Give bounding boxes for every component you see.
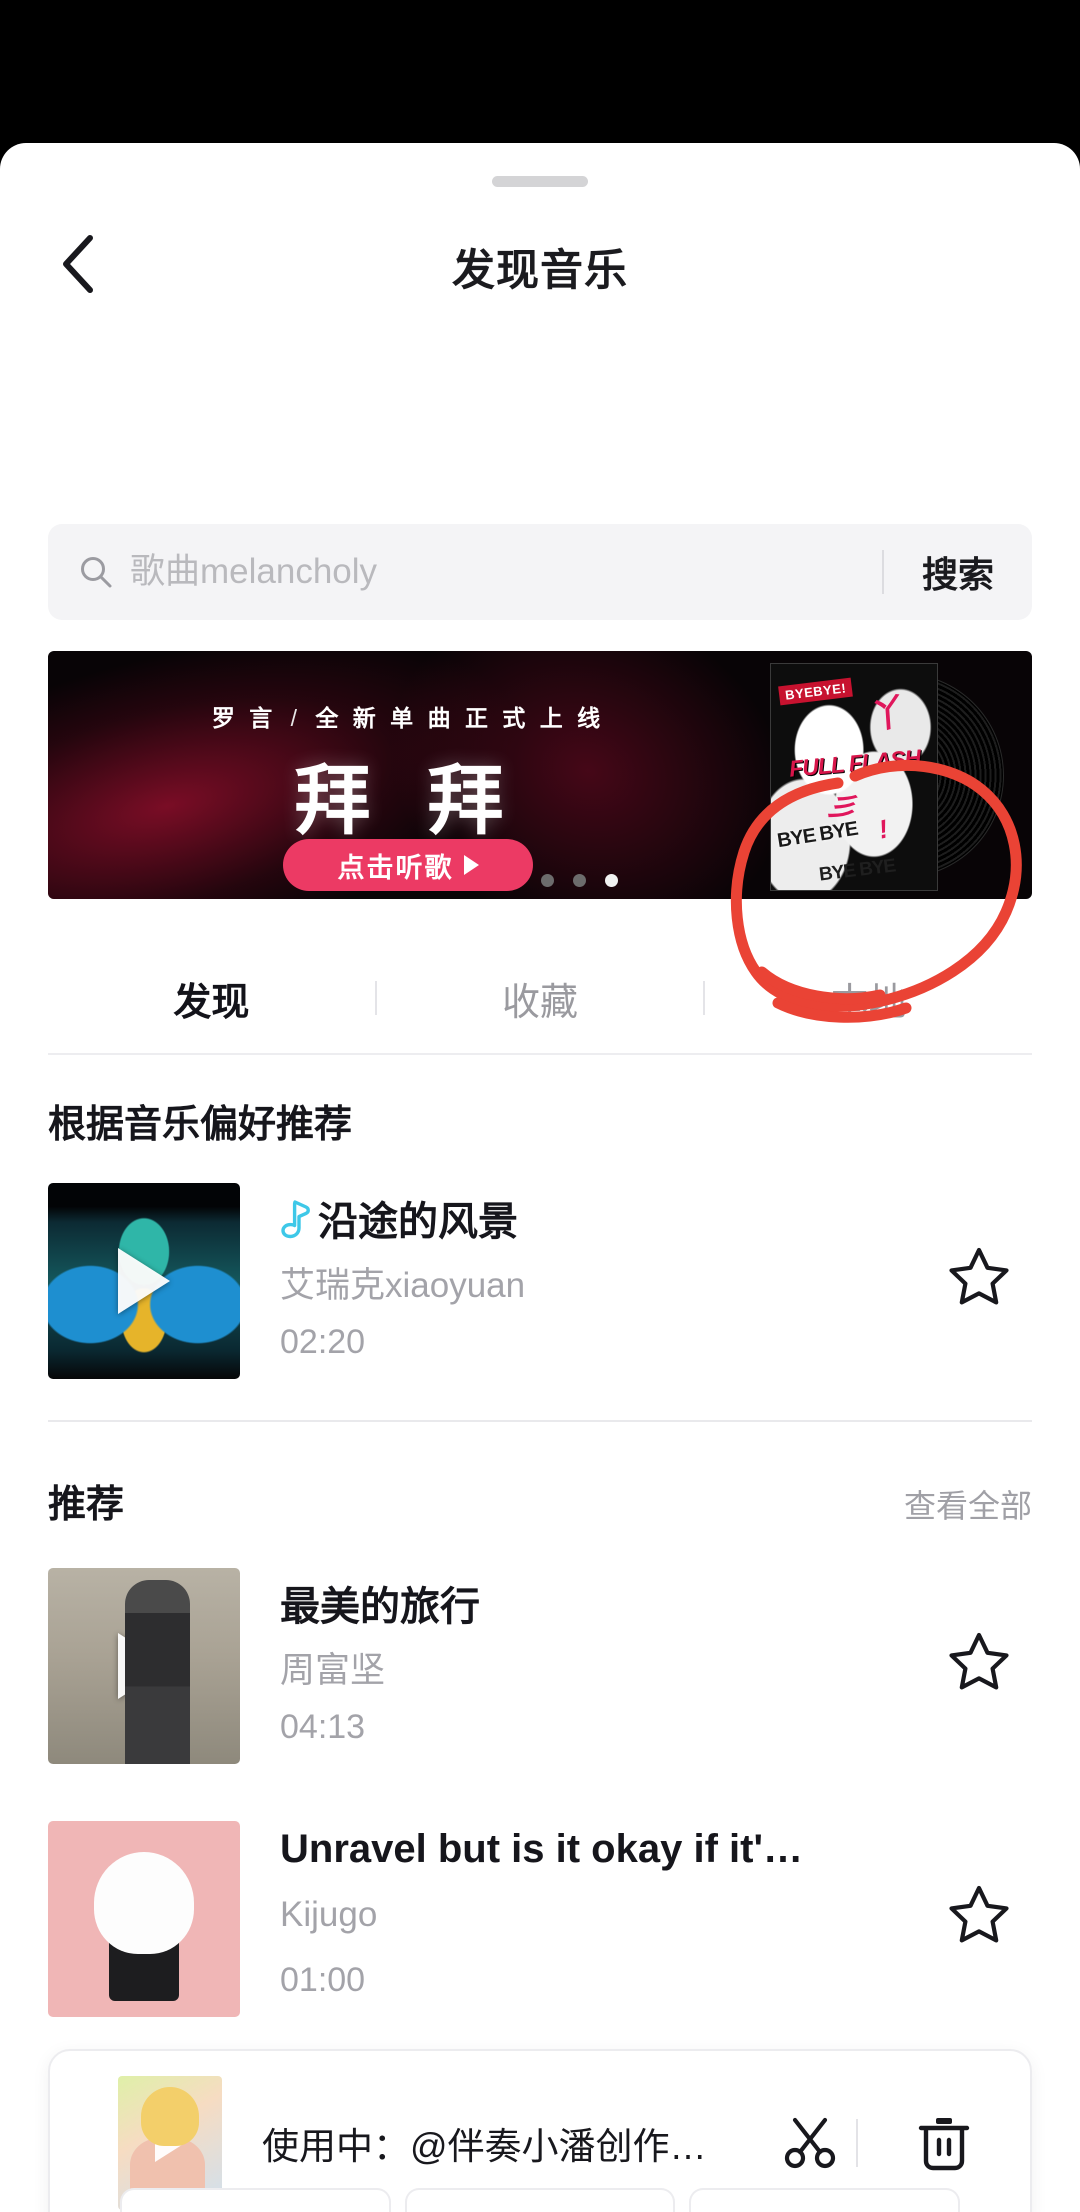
play-triangle-icon xyxy=(118,1633,170,1699)
page-title: 发现音乐 xyxy=(452,247,628,295)
tab-discover[interactable]: 发现 xyxy=(48,971,375,1026)
banner-dot-1[interactable] xyxy=(541,874,554,887)
banner-subtitle: 全 新 单 曲 正 式 上 线 xyxy=(315,705,605,731)
search-button[interactable]: 搜索 xyxy=(884,546,1032,598)
track-thumbnail[interactable] xyxy=(48,1183,240,1379)
track-title: 最美的旅行 xyxy=(280,1585,480,1629)
bottom-sheet: 发现音乐 搜索 罗 言 / 全 新 单 曲 正 式 上 线 拜 拜 xyxy=(0,143,1080,2212)
tab-bar-underline xyxy=(48,1053,1032,1055)
search-input[interactable] xyxy=(130,552,882,592)
table-row[interactable]: Unravel but is it okay if it'… Kijugo 01… xyxy=(48,1821,1032,2017)
bottom-peek-boxes xyxy=(120,2188,961,2212)
tab-favorites[interactable]: 收藏 xyxy=(377,971,704,1026)
scissors-icon[interactable] xyxy=(764,2097,856,2189)
tab-local[interactable]: 本地 xyxy=(705,971,1032,1026)
search-icon xyxy=(78,554,114,590)
trash-icon[interactable] xyxy=(898,2097,990,2189)
track-thumbnail[interactable] xyxy=(48,1821,240,2017)
table-row[interactable]: 最美的旅行 周富坚 04:13 xyxy=(48,1568,1032,1764)
now-using-actions xyxy=(764,2097,1030,2189)
now-using-label: 使用中：@伴奏小潘创作… xyxy=(262,2126,707,2167)
play-triangle-icon xyxy=(155,2124,185,2162)
banner-dot-2[interactable] xyxy=(573,874,586,887)
track-duration: 02:20 xyxy=(280,1323,366,1361)
star-outline-icon[interactable] xyxy=(946,1628,1012,1699)
sheet-drag-handle[interactable] xyxy=(492,176,588,187)
section-title-recommend: 推荐 xyxy=(48,1484,125,1526)
banner-cta-button[interactable]: 点击听歌 xyxy=(283,839,533,891)
section-title-preference: 根据音乐偏好推荐 xyxy=(48,1104,353,1146)
track-thumbnail[interactable] xyxy=(48,1568,240,1764)
promo-banner[interactable]: 罗 言 / 全 新 单 曲 正 式 上 线 拜 拜 点击听歌 BYEBYE! 丫… xyxy=(48,651,1032,899)
play-triangle-icon xyxy=(463,855,479,875)
bottom-peek-box-1[interactable] xyxy=(120,2188,391,2212)
see-all-link[interactable]: 查看全部 xyxy=(904,1481,1032,1527)
phone-screen: MADNAP 发现音乐 搜索 xyxy=(0,0,1080,2212)
bottom-peek-box-3[interactable] xyxy=(689,2188,961,2212)
banner-kicker: 罗 言 / 全 新 单 曲 正 式 上 线 xyxy=(198,699,618,733)
music-note-icon xyxy=(280,1199,314,1249)
banner-title: 拜 拜 xyxy=(294,759,522,844)
track-duration: 01:00 xyxy=(280,1961,366,1999)
banner-slash: / xyxy=(290,705,302,731)
banner-cta-label: 点击听歌 xyxy=(337,852,454,883)
banner-pagination-dots[interactable] xyxy=(541,874,618,887)
bottom-peek-box-2[interactable] xyxy=(404,2188,676,2212)
track-title: Unravel but is it okay if it'… xyxy=(280,1827,803,1871)
nav-bar: 发现音乐 xyxy=(0,208,1080,318)
tab-bar: 发现 收藏 本地 xyxy=(48,943,1032,1053)
section-divider xyxy=(48,1420,1032,1422)
banner-artist: 罗 言 xyxy=(211,705,277,731)
star-outline-icon[interactable] xyxy=(946,1243,1012,1314)
banner-album-cover: BYEBYE! 丫 FULL FLASH 彡 ! BYE BYE BYE BYE xyxy=(770,663,938,891)
banner-dot-3[interactable] xyxy=(605,874,618,887)
track-artist: 周富坚 xyxy=(280,1651,386,1690)
track-duration: 04:13 xyxy=(280,1708,366,1746)
search-bar[interactable]: 搜索 xyxy=(48,524,1032,620)
actions-divider xyxy=(856,2119,858,2167)
track-title: 沿途的风景 xyxy=(280,1189,900,1249)
track-title-text: 沿途的风景 xyxy=(318,1200,518,1244)
track-artist: Kijugo xyxy=(280,1895,378,1934)
play-triangle-icon xyxy=(118,1248,170,1314)
track-artist: 艾瑞克xiaoyuan xyxy=(280,1266,526,1305)
star-outline-icon[interactable] xyxy=(946,1881,1012,1952)
table-row[interactable]: 沿途的风景 艾瑞克xiaoyuan 02:20 xyxy=(48,1183,1032,1379)
